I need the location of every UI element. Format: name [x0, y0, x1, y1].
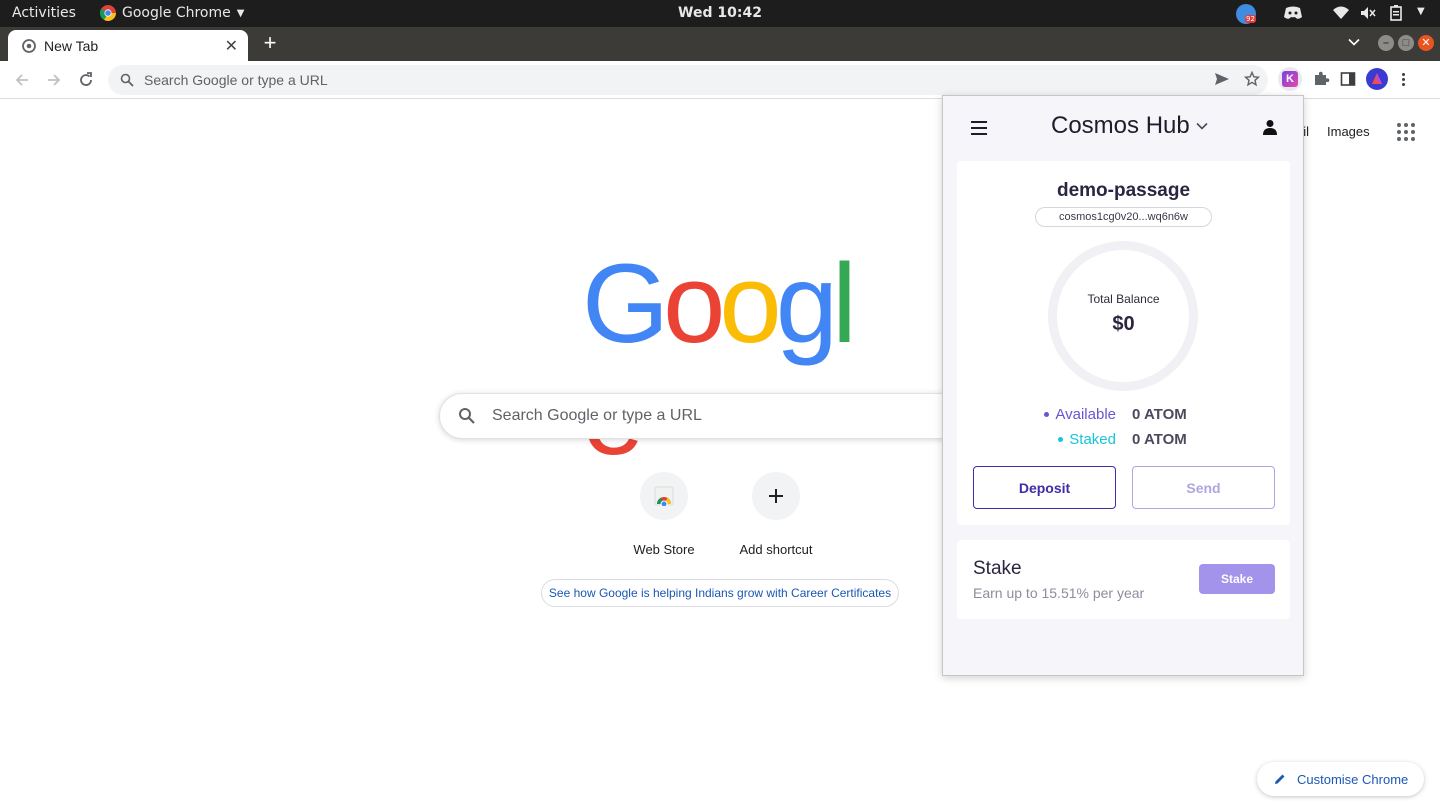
promo-link[interactable]: See how Google is helping Indians grow w…	[541, 579, 899, 607]
reload-icon	[80, 72, 92, 86]
tab-new-tab[interactable]: New Tab ✕	[8, 30, 248, 61]
close-tab-icon[interactable]: ✕	[225, 36, 238, 56]
profile-avatar[interactable]	[1366, 68, 1388, 90]
chrome-icon	[100, 5, 116, 21]
chevron-down-icon: ▼	[236, 7, 245, 19]
volume-muted-icon[interactable]	[1360, 6, 1376, 20]
maximize-icon[interactable]: □	[1398, 35, 1414, 51]
chain-selector[interactable]: Cosmos Hub	[1051, 112, 1208, 140]
plus-icon	[769, 489, 783, 503]
clock[interactable]: Wed 10:42	[678, 5, 762, 21]
hamburger-menu-icon[interactable]	[971, 121, 987, 139]
chain-name: Cosmos Hub	[1051, 112, 1190, 139]
account-address[interactable]: cosmos1cg0v20...wq6n6w	[1035, 207, 1212, 227]
profile-icon	[1372, 73, 1382, 84]
app-menu[interactable]: Google Chrome ▼	[100, 5, 244, 21]
arrow-left-icon	[15, 74, 28, 86]
wallet-extension-icon[interactable]: K	[1278, 67, 1302, 91]
search-icon	[459, 408, 475, 424]
wallet-popup: Cosmos Hub demo-passage cosmos1cg0v20...…	[942, 95, 1304, 676]
google-apps-icon[interactable]	[1397, 123, 1415, 141]
window-controls: – □ ✕	[1378, 35, 1434, 51]
account-name: demo-passage	[1056, 180, 1191, 201]
user-icon[interactable]	[1263, 119, 1277, 135]
staked-value: 0 ATOM	[1132, 431, 1187, 448]
shortcut-web-store[interactable]: Web Store	[608, 472, 720, 557]
shortcut-tile	[640, 472, 688, 520]
logo-letter-l: l	[832, 241, 857, 366]
activities-button[interactable]: Activities	[12, 5, 76, 21]
chevron-down-icon	[1196, 122, 1208, 130]
shortcut-label: Web Store	[633, 542, 695, 557]
chrome-icon	[22, 38, 36, 53]
total-balance-label: Total Balance	[1087, 292, 1160, 306]
puzzle-icon[interactable]	[1312, 70, 1330, 88]
total-balance-value: $0	[1112, 313, 1135, 335]
staked-dot	[1058, 437, 1064, 442]
battery-icon[interactable]	[1389, 5, 1403, 21]
stake-title: Stake	[973, 558, 1022, 579]
wifi-icon[interactable]	[1333, 6, 1349, 20]
images-link[interactable]: Images	[1327, 124, 1370, 139]
back-button[interactable]	[10, 68, 34, 92]
bookmark-star-icon[interactable]	[1244, 71, 1260, 87]
stake-button[interactable]: Stake	[1199, 564, 1275, 594]
staked-label: Staked	[1069, 431, 1116, 448]
discord-icon[interactable]	[1283, 6, 1303, 20]
side-panel-icon[interactable]	[1340, 71, 1356, 87]
stake-subtitle: Earn up to 15.51% per year	[973, 585, 1145, 601]
browser-toolbar: Search Google or type a URL K	[0, 61, 1440, 99]
logo-letter-o2: o	[719, 241, 781, 366]
available-label: Available	[1055, 406, 1116, 423]
close-window-icon[interactable]: ✕	[1418, 35, 1434, 51]
shortcut-label: Add shortcut	[739, 542, 813, 557]
forward-button[interactable]	[42, 68, 66, 92]
tab-title: New Tab	[44, 37, 99, 54]
google-logo: Google	[582, 241, 858, 472]
send-to-device-icon[interactable]	[1214, 72, 1230, 86]
pencil-icon	[1275, 774, 1285, 784]
send-button[interactable]: Send	[1132, 466, 1275, 509]
new-tab-button[interactable]: +	[258, 32, 282, 56]
tab-search-chevron-icon[interactable]	[1348, 35, 1360, 53]
ntp-search-placeholder: Search Google or type a URL	[492, 407, 702, 424]
chrome-menu-icon[interactable]	[1402, 72, 1405, 86]
notification-count: 92	[1245, 15, 1256, 23]
update-notifier-icon[interactable]: 92	[1236, 4, 1256, 24]
extensions-area: K	[1278, 67, 1405, 91]
system-top-bar: Activities Google Chrome ▼ Wed 10:42 92 …	[0, 0, 1440, 27]
ntp-top-links: ail Images	[1296, 124, 1370, 139]
logo-letter-o1: o	[663, 241, 725, 366]
ntp-search-box[interactable]: Search Google or type a URL	[439, 393, 999, 439]
reload-button[interactable]	[74, 68, 98, 92]
system-menu-chevron-icon[interactable]: ▼	[1417, 6, 1425, 17]
search-icon	[120, 73, 134, 87]
address-bar-placeholder: Search Google or type a URL	[144, 72, 328, 88]
web-store-icon	[654, 486, 674, 506]
tab-strip: New Tab ✕ + – □ ✕	[0, 27, 1440, 61]
customise-chrome-label: Customise Chrome	[1297, 771, 1409, 787]
wallet-header: Cosmos Hub	[943, 96, 1303, 160]
deposit-button[interactable]: Deposit	[973, 466, 1116, 509]
account-card: demo-passage cosmos1cg0v20...wq6n6w Tota…	[957, 161, 1290, 525]
logo-letter-g: G	[582, 241, 669, 366]
stake-card: Stake Earn up to 15.51% per year Stake	[957, 540, 1290, 619]
available-value: 0 ATOM	[1132, 406, 1187, 423]
customise-chrome-button[interactable]: Customise Chrome	[1257, 762, 1424, 796]
minimize-icon[interactable]: –	[1378, 35, 1394, 51]
arrow-right-icon	[48, 74, 61, 86]
available-dot	[1044, 412, 1050, 417]
logo-letter-g2: g	[775, 241, 838, 366]
shortcut-tile	[752, 472, 800, 520]
address-bar[interactable]: Search Google or type a URL	[108, 65, 1268, 95]
app-name: Google Chrome	[122, 5, 231, 21]
shortcut-add[interactable]: Add shortcut	[720, 472, 832, 557]
